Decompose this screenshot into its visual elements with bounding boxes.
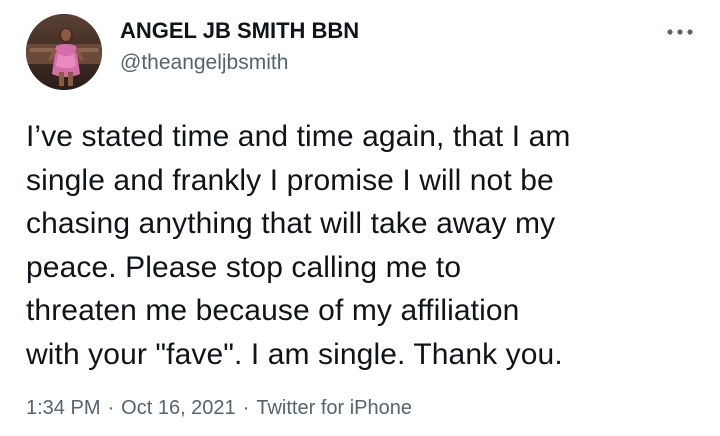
tweet-time[interactable]: 1:34 PM [26,397,100,419]
tweet-text: I’ve stated time and time again, that I … [26,115,706,376]
tweet-text-line: I’ve stated time and time again, that I … [26,120,571,153]
tweet-date[interactable]: Oct 16, 2021 [121,397,236,419]
tweet-text-line: single and frankly I promise I will not … [26,163,554,197]
author-handle[interactable]: @theangeljbsmith [120,51,288,75]
meta-separator: · [107,397,115,419]
author-avatar[interactable] [26,14,102,90]
tweet-source[interactable]: Twitter for iPhone [256,397,412,419]
author-display-name[interactable]: ANGEL JB SMITH BBN [120,18,359,44]
tweet-text-line: threaten me because of my affiliation [26,294,520,327]
tweet-card: ANGEL JB SMITH BBN @theangeljbsmith I’ve… [0,0,720,436]
meta-separator: · [242,397,250,419]
more-options-button[interactable] [664,18,696,46]
tweet-text-line: peace. Please stop calling me to [26,250,462,284]
avatar-image [26,14,102,90]
tweet-text-line: with your "fave". I am single. Thank you… [26,337,563,371]
tweet-metadata: 1:34 PM · Oct 16, 2021 · Twitter for iPhone [26,397,412,420]
tweet-text-line: chasing anything that will take away my [26,207,556,240]
more-horizontal-icon [667,29,693,35]
